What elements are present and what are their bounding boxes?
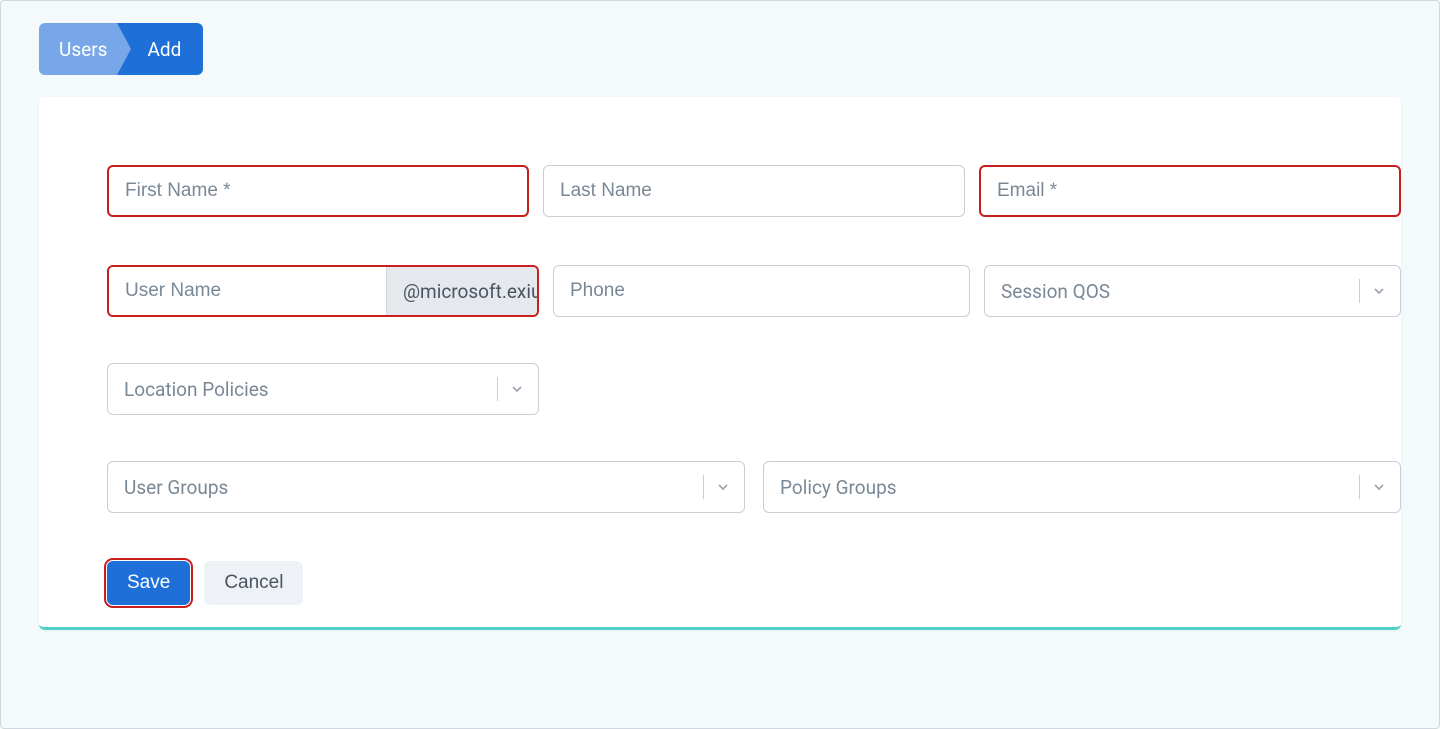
phone-field[interactable] <box>553 265 970 317</box>
last-name-field[interactable] <box>543 165 965 217</box>
form-row-2: @microsoft.exium.net Session QOS <box>107 265 1401 317</box>
select-separator <box>497 377 498 401</box>
user-name-group: @microsoft.exium.net <box>107 265 539 317</box>
breadcrumb-add-label: Add <box>147 38 181 61</box>
user-groups-select[interactable]: User Groups <box>107 461 745 513</box>
form-actions: Save Cancel <box>107 561 1401 605</box>
select-separator <box>703 475 704 499</box>
save-button[interactable]: Save <box>107 561 190 605</box>
chevron-down-icon <box>714 478 732 496</box>
breadcrumb-users[interactable]: Users <box>39 23 117 75</box>
user-groups-placeholder: User Groups <box>124 476 693 499</box>
form-card: @microsoft.exium.net Session QOS <box>39 97 1401 630</box>
session-qos-select[interactable]: Session QOS <box>984 265 1401 317</box>
page-container: Users Add @microsoft.exium.net <box>0 0 1440 729</box>
policy-groups-select[interactable]: Policy Groups <box>763 461 1401 513</box>
breadcrumb: Users Add <box>39 23 1439 75</box>
user-name-field[interactable] <box>109 267 386 315</box>
email-field[interactable] <box>979 165 1401 217</box>
chevron-down-icon <box>1370 282 1388 300</box>
cancel-button[interactable]: Cancel <box>204 561 303 605</box>
form-row-4: User Groups Policy Groups <box>107 461 1401 513</box>
select-separator <box>1359 475 1360 499</box>
location-policies-placeholder: Location Policies <box>124 378 487 401</box>
first-name-field[interactable] <box>107 165 529 217</box>
chevron-down-icon <box>508 380 526 398</box>
session-qos-placeholder: Session QOS <box>1001 280 1349 303</box>
user-name-domain-suffix: @microsoft.exium.net <box>386 267 539 315</box>
policy-groups-placeholder: Policy Groups <box>780 476 1349 499</box>
form-row-3: Location Policies <box>107 363 1401 415</box>
form-row-1 <box>107 165 1401 217</box>
select-separator <box>1359 279 1360 303</box>
location-policies-select[interactable]: Location Policies <box>107 363 539 415</box>
chevron-down-icon <box>1370 478 1388 496</box>
breadcrumb-users-label: Users <box>59 38 107 61</box>
